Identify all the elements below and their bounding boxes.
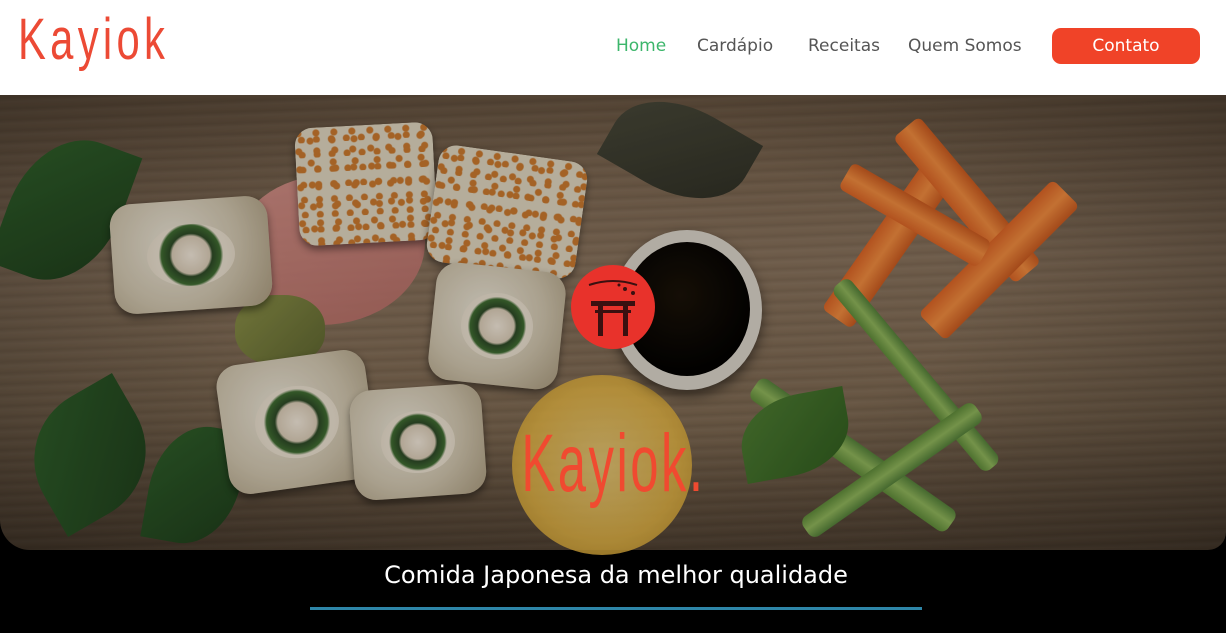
torii-gate-icon — [571, 265, 655, 349]
hero-tagline: Comida Japonesa da melhor qualidade — [384, 561, 848, 589]
nav-item-receitas[interactable]: Receitas — [808, 28, 880, 64]
hero-title: Kayiok. — [0, 417, 1226, 511]
nav-item-quem-somos[interactable]: Quem Somos — [908, 28, 1022, 64]
tagline-underline — [310, 607, 922, 610]
nav-item-home[interactable]: Home — [616, 28, 666, 64]
main-nav: Home Cardápio Receitas Quem Somos Contat… — [0, 28, 1226, 64]
site-header: Kayiok Home Cardápio Receitas Quem Somos… — [0, 0, 1226, 95]
hero-title-text: Kayiok. — [520, 418, 706, 509]
contact-button[interactable]: Contato — [1052, 28, 1200, 64]
hero-section: Kayiok. Comida Japonesa da melhor qualid… — [0, 95, 1226, 633]
nav-item-cardapio[interactable]: Cardápio — [697, 28, 773, 64]
